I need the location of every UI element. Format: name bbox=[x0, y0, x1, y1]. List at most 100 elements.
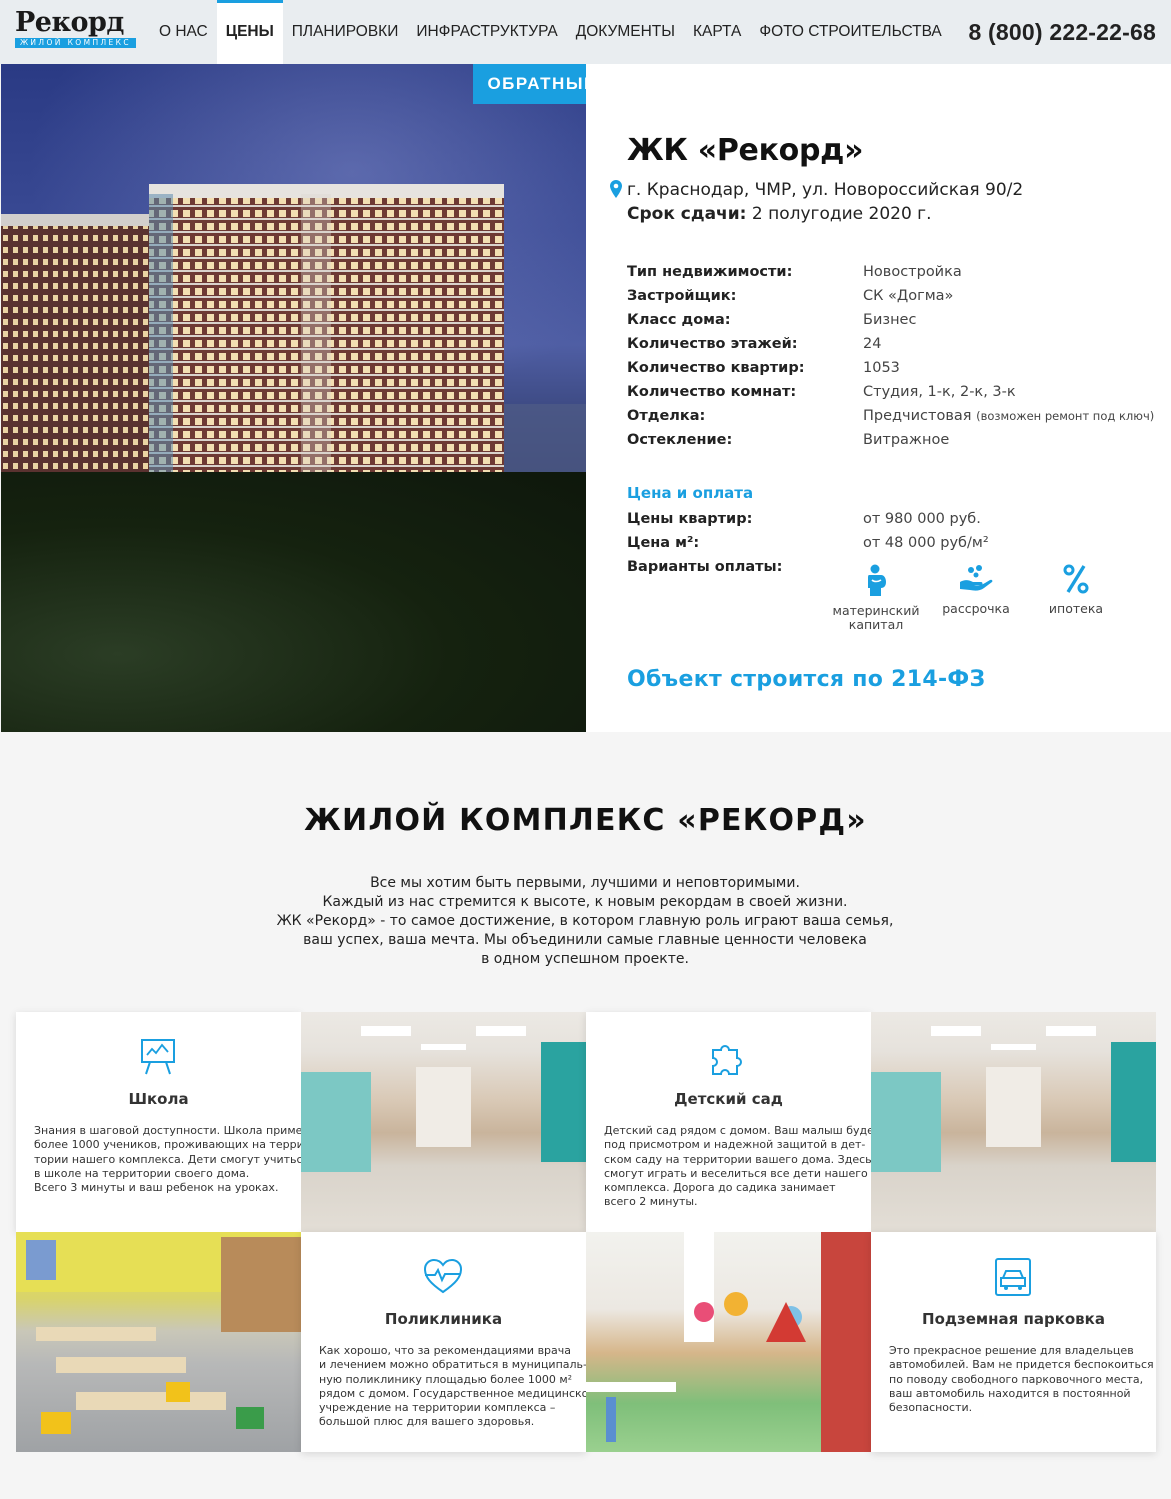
kindergarten-hall-photo bbox=[871, 1012, 1156, 1232]
property-key: Тип недвижимости: bbox=[627, 264, 793, 280]
price-key: Цены квартир: bbox=[627, 511, 753, 527]
property-key: Количество этажей: bbox=[627, 336, 798, 352]
logo-subtitle: ЖИЛОЙ КОМПЛЕКС bbox=[15, 38, 136, 48]
property-row: Тип недвижимости: Новостройка bbox=[627, 260, 1157, 284]
feature-line: большой плюс для вашего здоровья. bbox=[319, 1415, 535, 1429]
building-render-image bbox=[1, 64, 586, 732]
nav-about[interactable]: О НАС bbox=[150, 0, 217, 64]
payment-label: материнский bbox=[832, 603, 920, 618]
feature-line: Это прекрасное решение для владельцев bbox=[889, 1344, 1134, 1357]
payment-option-maternity-capital[interactable]: материнский капитал bbox=[826, 564, 926, 632]
feature-line: более 1000 учеников, проживающих на терр… bbox=[34, 1138, 301, 1152]
feature-title: Детский сад bbox=[674, 1090, 783, 1108]
feature-line: по поводу свободного парковочного места, bbox=[889, 1372, 1144, 1386]
property-key: Остекление: bbox=[627, 432, 733, 448]
about-line: ЖК «Рекорд» - то самое достижение, в кот… bbox=[276, 913, 894, 929]
property-value: Новостройка bbox=[863, 264, 962, 280]
nav-infrastructure[interactable]: ИНФРАСТРУКТУРА bbox=[407, 0, 566, 64]
site-header: Рекорд ЖИЛОЙ КОМПЛЕКС О НАС ЦЕНЫ ПЛАНИРО… bbox=[0, 0, 1171, 64]
property-row: Отделка: Предчистовая (возможен ремонт по… bbox=[627, 404, 1157, 428]
property-row: Количество комнат: Студия, 1-к, 2-к, 3-к bbox=[627, 380, 1157, 404]
property-key: Количество квартир: bbox=[627, 360, 805, 376]
property-key: Отделка: bbox=[627, 408, 706, 424]
feature-text: Как хорошо, что за рекомендациями врача … bbox=[319, 1344, 586, 1430]
feature-line: ваш автомобиль находится в постоянной bbox=[889, 1386, 1131, 1400]
payment-option-mortgage[interactable]: ипотека bbox=[1026, 564, 1126, 632]
price-key: Цена м²: bbox=[627, 535, 700, 551]
heart-pulse-icon bbox=[423, 1258, 463, 1294]
price-value: от 48 000 руб/м² bbox=[863, 535, 989, 551]
about-text: Все мы хотим быть первыми, лучшими и неп… bbox=[235, 874, 935, 969]
feature-line: смогут играть и веселиться все дети наше… bbox=[604, 1166, 868, 1180]
complex-title: ЖК «Рекорд» bbox=[627, 133, 864, 168]
pregnant-woman-icon bbox=[868, 564, 886, 596]
property-row: Класс дома: Бизнес bbox=[627, 308, 1157, 332]
feature-line: ском саду на территории вашего дома. Зде… bbox=[604, 1152, 871, 1166]
feature-line: ную поликлинику площадью более 1000 м² bbox=[319, 1372, 573, 1386]
main-nav: О НАС ЦЕНЫ ПЛАНИРОВКИ ИНФРАСТРУКТУРА ДОК… bbox=[150, 0, 951, 64]
playroom-photo bbox=[586, 1232, 871, 1452]
logo-title: Рекорд bbox=[15, 7, 124, 38]
property-value: Студия, 1-к, 2-к, 3-к bbox=[863, 384, 1016, 400]
deadline-value: 2 полугодие 2020 г. bbox=[751, 204, 932, 224]
feature-line: учреждение на территории комплекса – bbox=[319, 1401, 556, 1415]
payment-label: рассрочка bbox=[942, 601, 1010, 616]
feature-line: в школе на территории своего дома. bbox=[34, 1166, 250, 1180]
property-value: СК «Догма» bbox=[863, 288, 954, 304]
nav-prices[interactable]: ЦЕНЫ bbox=[216, 0, 283, 64]
feature-line: под присмотром и надежной защитой в дет- bbox=[604, 1138, 866, 1152]
about-line: ваш успех, ваша мечта. Мы объединили сам… bbox=[303, 932, 867, 948]
payment-options: материнский капитал рассрочка ипотека bbox=[826, 564, 1126, 632]
property-value: Бизнес bbox=[863, 312, 917, 328]
playroom-illustration bbox=[586, 1232, 871, 1452]
feature-card-parking: Подземная парковка Это прекрасное решени… bbox=[871, 1232, 1156, 1452]
feature-text: Детский сад рядом с домом. Ваш малыш буд… bbox=[604, 1124, 871, 1210]
feature-line: Знания в шаговой доступности. Школа прим… bbox=[34, 1124, 301, 1137]
address-text: г. Краснодар, ЧМР, ул. Новороссийская 90… bbox=[627, 180, 1024, 200]
hall-illustration bbox=[301, 1026, 586, 1172]
about-line: Все мы хотим быть первыми, лучшими и неп… bbox=[370, 875, 800, 891]
hall-illustration bbox=[871, 1026, 1156, 1172]
property-row: Застройщик: СК «Догма» bbox=[627, 284, 1157, 308]
feature-line: тории нашего комплекса. Дети смогут учит… bbox=[34, 1152, 301, 1166]
school-hall-photo bbox=[301, 1012, 586, 1232]
finish-value: Предчистовая bbox=[863, 408, 972, 424]
feature-text: Это прекрасное решение для владельцев ав… bbox=[889, 1344, 1154, 1415]
nav-construction-photos[interactable]: ФОТО СТРОИТЕЛЬСТВА bbox=[750, 0, 950, 64]
complex-info-panel: ЖК «Рекорд» г. Краснодар, ЧМР, ул. Новор… bbox=[586, 64, 1171, 732]
about-line: Каждый из нас стремится к высоте, к новы… bbox=[322, 894, 848, 910]
nav-documents[interactable]: ДОКУМЕНТЫ bbox=[567, 0, 684, 64]
about-title: ЖИЛОЙ КОМПЛЕКС «РЕКОРД» bbox=[304, 803, 867, 838]
feature-line: рядом с домом. Государственное медицинск… bbox=[319, 1386, 586, 1400]
feature-title: Подземная парковка bbox=[922, 1310, 1105, 1328]
parking-car-icon bbox=[995, 1258, 1031, 1296]
feature-line: Всего 3 минуты и ваш ребенок на уроках. bbox=[34, 1181, 279, 1195]
feature-card-clinic: Поликлиника Как хорошо, что за рекоменда… bbox=[301, 1232, 586, 1452]
feature-text: Знания в шаговой доступности. Школа прим… bbox=[34, 1124, 301, 1195]
feature-line: всего 2 минуты. bbox=[604, 1195, 698, 1209]
property-key: Количество комнат: bbox=[627, 384, 797, 400]
logo[interactable]: Рекорд ЖИЛОЙ КОМПЛЕКС bbox=[15, 9, 137, 49]
feature-line: комплекса. Дорога до садика занимает bbox=[604, 1181, 836, 1195]
puzzle-icon bbox=[712, 1045, 742, 1075]
property-value: Витражное bbox=[863, 432, 950, 448]
nav-layouts[interactable]: ПЛАНИРОВКИ bbox=[283, 0, 408, 64]
price-value: от 980 000 руб. bbox=[863, 511, 981, 527]
property-key: Класс дома: bbox=[627, 312, 731, 328]
nav-map[interactable]: КАРТА bbox=[684, 0, 750, 64]
property-value: Предчистовая (возможен ремонт под ключ) bbox=[863, 404, 1154, 428]
location-pin-icon bbox=[610, 180, 622, 198]
property-row: Остекление: Витражное bbox=[627, 428, 1157, 452]
feature-card-kindergarten: Детский сад Детский сад рядом с домом. В… bbox=[586, 1012, 871, 1232]
classroom-photo bbox=[16, 1232, 301, 1452]
price-row: Цена м²: от 48 000 руб/м² bbox=[627, 531, 1157, 555]
feature-line: Как хорошо, что за рекомендациями врача bbox=[319, 1344, 572, 1357]
payment-option-installment[interactable]: рассрочка bbox=[926, 564, 1026, 632]
about-line: в одном успешном проекте. bbox=[481, 951, 689, 967]
price-row: Цены квартир: от 980 000 руб. bbox=[627, 507, 1157, 531]
phone-number[interactable]: 8 (800) 222-22-68 bbox=[968, 0, 1156, 64]
feature-line: Детский сад рядом с домом. Ваш малыш буд… bbox=[604, 1124, 871, 1137]
price-section-label: Цена и оплата bbox=[627, 484, 754, 502]
feature-line: и лечением можно обратиться в муниципаль… bbox=[319, 1358, 586, 1372]
property-key: Застройщик: bbox=[627, 288, 737, 304]
